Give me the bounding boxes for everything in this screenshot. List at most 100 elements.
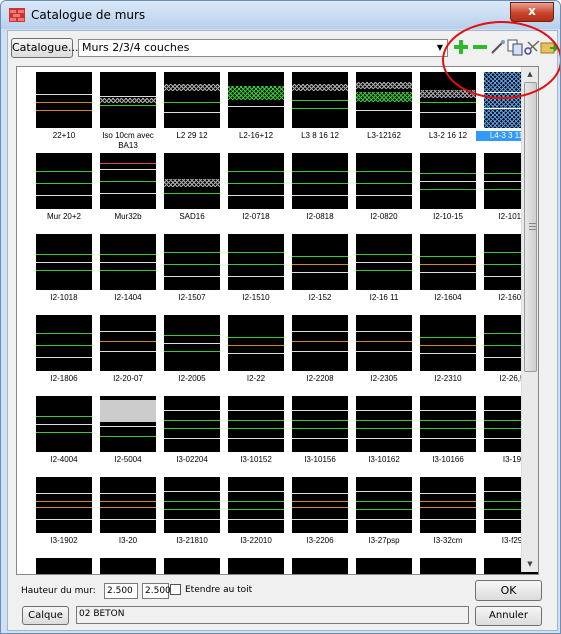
wall-thumbnail[interactable]: 22+10: [34, 72, 96, 148]
layer-line: [36, 519, 92, 520]
wall-height-input-1[interactable]: 2.500: [104, 583, 138, 599]
wall-thumbnail[interactable]: I2-1604: [418, 234, 480, 310]
wall-thumbnail[interactable]: L3-12162: [354, 72, 416, 148]
wall-thumbnail[interactable]: I2-20-07: [98, 315, 160, 391]
wall-thumbnail[interactable]: I2-16 11: [354, 234, 416, 310]
wall-thumbnail[interactable]: I2-2005: [162, 315, 224, 391]
wall-thumbnail[interactable]: Mur32b: [98, 153, 160, 229]
wall-preview-image: [356, 72, 412, 128]
wall-thumbnail[interactable]: Mur 20+2: [34, 153, 96, 229]
wall-thumbnail[interactable]: I3-10156: [290, 396, 352, 472]
scrollbar-thumb[interactable]: [524, 82, 537, 372]
wall-thumbnail[interactable]: Iso 10cm avec BA13: [98, 72, 160, 150]
wall-thumbnail-grid[interactable]: 22+10 Iso 10cm avec BA13 L2 29 12 L2-16+12 L…: [16, 66, 539, 575]
layer-line: [356, 351, 412, 352]
layer-line: [100, 501, 156, 502]
wall-thumbnail[interactable]: [226, 558, 288, 574]
wall-thumbnail[interactable]: I2-1510: [226, 234, 288, 310]
wall-thumbnail-label: I2-2005: [178, 374, 206, 383]
wall-thumbnail[interactable]: I2-0820: [354, 153, 416, 229]
wall-thumbnail[interactable]: I3-32cm: [418, 477, 480, 553]
wall-thumbnail[interactable]: I2-2305: [354, 315, 416, 391]
vertical-scrollbar[interactable]: ▲ ▼: [521, 67, 538, 572]
close-button[interactable]: x: [510, 2, 554, 22]
layer-line: [100, 254, 156, 255]
wall-preview-image: [164, 72, 220, 128]
wall-thumbnail[interactable]: I2-2310: [418, 315, 480, 391]
wall-thumbnail[interactable]: I2-2208: [290, 315, 352, 391]
wall-thumbnail[interactable]: [418, 558, 480, 574]
wall-thumbnail[interactable]: [162, 558, 224, 574]
wall-preview-image: [420, 396, 476, 452]
wall-thumbnail-label: I2-1404: [114, 293, 142, 302]
wall-thumbnail[interactable]: L2-16+12: [226, 72, 288, 148]
wall-thumbnail[interactable]: [98, 558, 160, 574]
wall-thumbnail-label: I2-1507: [178, 293, 206, 302]
layer-line: [420, 438, 476, 439]
wall-thumbnail[interactable]: [354, 558, 416, 574]
catalogue-select[interactable]: Murs 2/3/4 couches ▼: [78, 39, 448, 57]
wall-thumbnail[interactable]: I3-22010: [226, 477, 288, 553]
wall-thumbnail[interactable]: L3 8 16 12: [290, 72, 352, 148]
dialog-body: Catalogue... Murs 2/3/4 couches ▼ 22+10 I…: [7, 30, 559, 631]
cancel-button[interactable]: Annuler: [475, 606, 542, 626]
layer-line: [292, 256, 348, 257]
wall-thumbnail-label: I3-21810: [176, 536, 208, 545]
wall-thumbnail[interactable]: I3-2206: [290, 477, 352, 553]
wall-thumbnail[interactable]: I2-1806: [34, 315, 96, 391]
layer-line: [356, 262, 412, 263]
layer-line: [100, 193, 156, 194]
wall-thumbnail[interactable]: I3-02204: [162, 396, 224, 472]
layer-line: [100, 507, 156, 508]
wall-thumbnail[interactable]: SAD16: [162, 153, 224, 229]
wall-thumbnail[interactable]: I3-10162: [354, 396, 416, 472]
wall-thumbnail-label: Mur32b: [114, 212, 142, 221]
layer-line: [228, 171, 284, 172]
layer-band: [164, 179, 220, 187]
wall-thumbnail-label: I2-1604: [434, 293, 462, 302]
wall-preview-image: [36, 315, 92, 371]
wall-thumbnail[interactable]: I2-5004: [98, 396, 160, 472]
wall-thumbnail[interactable]: I2-1404: [98, 234, 160, 310]
wall-preview-image: [36, 558, 92, 574]
wall-thumbnail[interactable]: I2-22: [226, 315, 288, 391]
wall-preview-image: [100, 153, 156, 209]
scroll-down-icon[interactable]: ▼: [522, 557, 538, 571]
wall-thumbnail[interactable]: I2-1507: [162, 234, 224, 310]
wall-preview-image: [100, 477, 156, 533]
wall-thumbnail[interactable]: L2 29 12: [162, 72, 224, 148]
wall-thumbnail[interactable]: I3-10166: [418, 396, 480, 472]
wall-thumbnail[interactable]: I2-4004: [34, 396, 96, 472]
window-title: Catalogue de murs: [31, 8, 146, 22]
layer-line: [36, 110, 92, 111]
wall-thumbnail[interactable]: I2-0818: [290, 153, 352, 229]
wall-thumbnail[interactable]: [290, 558, 352, 574]
wall-thumbnail[interactable]: I3-27psp: [354, 477, 416, 553]
layer-button[interactable]: Calque: [22, 606, 69, 625]
catalogue-button[interactable]: Catalogue...: [11, 38, 78, 58]
wall-thumbnail[interactable]: I3-10152: [226, 396, 288, 472]
wall-thumbnail[interactable]: I3-21810: [162, 477, 224, 553]
ok-button[interactable]: OK: [475, 580, 542, 601]
wall-preview-image: [164, 558, 220, 574]
layer-line: [292, 108, 348, 109]
layer-line: [36, 262, 92, 263]
extend-to-roof-checkbox[interactable]: [170, 584, 181, 595]
layer-line: [420, 102, 476, 103]
layer-line: [36, 416, 92, 417]
wall-thumbnail[interactable]: [34, 558, 96, 574]
wall-height-input-2[interactable]: 2.500: [142, 583, 171, 599]
wall-thumbnail[interactable]: I2-0718: [226, 153, 288, 229]
wall-thumbnail-label: I2-1510: [242, 293, 270, 302]
layer-line: [36, 333, 92, 334]
wall-thumbnail[interactable]: I3-1902: [34, 477, 96, 553]
wall-thumbnail[interactable]: I2-1018: [34, 234, 96, 310]
layer-line: [356, 491, 412, 492]
layer-line: [228, 106, 284, 107]
wall-preview-image: [228, 396, 284, 452]
layer-line: [228, 509, 284, 510]
wall-thumbnail[interactable]: I2-152: [290, 234, 352, 310]
wall-thumbnail[interactable]: I2-10-15: [418, 153, 480, 229]
wall-thumbnail[interactable]: I3-20: [98, 477, 160, 553]
layer-line: [292, 428, 348, 429]
